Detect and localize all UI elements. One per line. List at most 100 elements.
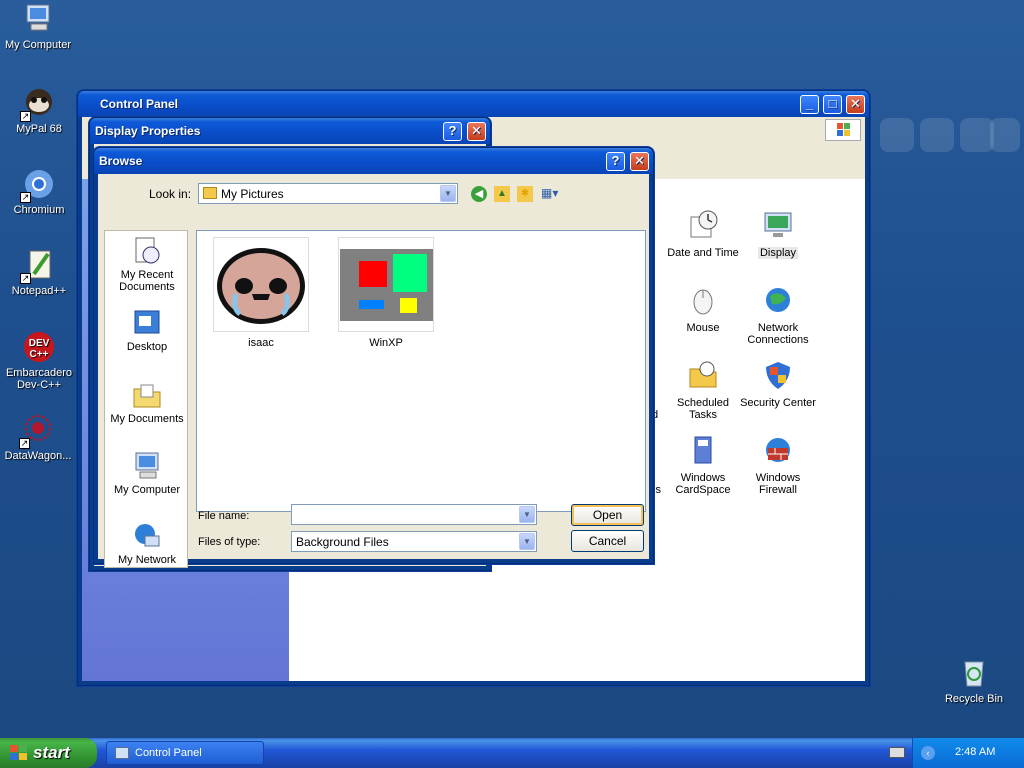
file-name: isaac bbox=[248, 337, 274, 349]
desktop-icon-mypal[interactable]: ↗ MyPal 68 bbox=[0, 86, 79, 135]
new-folder-icon[interactable]: ✱ bbox=[517, 186, 533, 202]
scheduled-tasks-icon bbox=[687, 359, 719, 391]
view-menu-icon[interactable]: ▦▾ bbox=[541, 186, 565, 202]
desktop-icon-label: Recycle Bin bbox=[944, 693, 1004, 705]
file-type-dropdown[interactable]: Background Files ▼ bbox=[291, 531, 537, 552]
desktop-icon-my-computer[interactable]: My Computer bbox=[0, 2, 78, 51]
control-panel-titlebar[interactable]: Control Panel _ □ ✕ bbox=[78, 91, 869, 117]
desktop-icon-label: Chromium bbox=[13, 204, 65, 216]
shortcut-arrow-icon: ↗ bbox=[20, 192, 31, 203]
chevron-down-icon: ▼ bbox=[519, 506, 535, 523]
browse-titlebar[interactable]: Browse ? ✕ bbox=[94, 148, 653, 174]
mypal-icon: ↗ bbox=[20, 86, 56, 122]
desktop-icon-notepadpp[interactable]: ↗ Notepad++ bbox=[0, 248, 79, 297]
file-list: isaac WinXP bbox=[196, 230, 646, 512]
window-title: Display Properties bbox=[95, 124, 201, 138]
cp-item-mouse[interactable]: Mouse bbox=[663, 284, 743, 334]
file-item-isaac[interactable] bbox=[213, 237, 309, 332]
up-folder-icon[interactable]: ▲ bbox=[494, 186, 510, 202]
cancel-button[interactable]: Cancel bbox=[571, 530, 644, 552]
control-panel-icon bbox=[115, 747, 129, 759]
recycle-bin-icon bbox=[957, 656, 991, 690]
svg-text:DEV: DEV bbox=[29, 338, 50, 349]
desktop-icon-label: MyPal 68 bbox=[16, 123, 62, 135]
place-desktop[interactable]: Desktop bbox=[105, 307, 189, 353]
window-title: Control Panel bbox=[100, 97, 179, 111]
file-name: WinXP bbox=[369, 337, 403, 349]
desktop-icon-recycle-bin[interactable]: Recycle Bin bbox=[934, 656, 1014, 705]
datawagon-icon: ↗ bbox=[19, 413, 55, 449]
computer-icon bbox=[131, 450, 163, 482]
network-icon bbox=[131, 520, 163, 552]
cp-item-scheduled-tasks[interactable]: Scheduled Tasks bbox=[663, 359, 743, 421]
minimize-button[interactable]: _ bbox=[800, 95, 819, 114]
look-in-dropdown[interactable]: My Pictures ▼ bbox=[198, 183, 458, 204]
help-button[interactable]: ? bbox=[606, 152, 625, 171]
system-tray: ‹ 2:48 AM bbox=[889, 738, 1024, 768]
file-name-input[interactable]: ▼ bbox=[291, 504, 537, 525]
desktop-icon-datawagon[interactable]: ↗ DataWagon... bbox=[0, 413, 78, 462]
clock[interactable]: 2:48 AM bbox=[955, 746, 995, 758]
desktop-icon-label: Embarcadero Dev-C++ bbox=[5, 367, 73, 391]
file-type-label: Files of type: bbox=[198, 536, 261, 548]
recent-documents-icon bbox=[131, 235, 163, 267]
cp-item-windows-firewall[interactable]: Windows Firewall bbox=[738, 434, 818, 496]
desktop-icon-chromium[interactable]: ↗ Chromium bbox=[0, 167, 79, 216]
desktop-icon-label: DataWagon... bbox=[4, 450, 72, 462]
shortcut-arrow-icon: ↗ bbox=[20, 273, 31, 284]
shortcut-arrow-icon: ↗ bbox=[20, 111, 31, 122]
chevron-down-icon: ▼ bbox=[440, 185, 456, 202]
close-button[interactable]: ✕ bbox=[846, 95, 865, 114]
place-recent-documents[interactable]: My Recent Documents bbox=[105, 235, 189, 293]
display-icon bbox=[762, 209, 794, 241]
isaac-thumbnail bbox=[217, 248, 305, 324]
shield-icon bbox=[762, 359, 794, 391]
window-title: Browse bbox=[99, 154, 143, 168]
computer-icon bbox=[21, 2, 55, 36]
taskbar-item-control-panel[interactable]: Control Panel bbox=[106, 741, 264, 765]
file-name-label: File name: bbox=[198, 510, 250, 522]
desktop-icon bbox=[131, 307, 163, 339]
look-in-label: Look in: bbox=[149, 187, 192, 201]
start-button[interactable]: start bbox=[0, 738, 97, 768]
devcpp-icon: DEV C++ bbox=[22, 330, 56, 364]
cp-item-network-connections[interactable]: Network Connections bbox=[738, 284, 818, 346]
places-bar: My Recent Documents Desktop My Documents… bbox=[104, 230, 188, 568]
close-button[interactable]: ✕ bbox=[467, 122, 486, 141]
keyboard-icon[interactable] bbox=[889, 747, 905, 758]
display-properties-titlebar[interactable]: Display Properties ? ✕ bbox=[90, 118, 490, 144]
place-my-documents[interactable]: My Documents bbox=[105, 379, 189, 425]
cp-item-date-time[interactable]: Date and Time bbox=[663, 209, 743, 259]
help-button[interactable]: ? bbox=[443, 122, 462, 141]
documents-folder-icon bbox=[131, 379, 163, 411]
browse-dialog: Browse ? ✕ Look in: My Pictures ▼ ◀ ▲ ✱ … bbox=[93, 147, 654, 568]
shortcut-arrow-icon: ↗ bbox=[19, 438, 30, 449]
network-globe-icon bbox=[762, 284, 794, 316]
notepadpp-icon: ↗ bbox=[20, 248, 56, 284]
cp-item-security-center[interactable]: Security Center bbox=[738, 359, 818, 409]
close-button[interactable]: ✕ bbox=[630, 152, 649, 171]
taskbar: start Control Panel ‹ 2:48 AM bbox=[0, 738, 1024, 768]
browse-body: Look in: My Pictures ▼ ◀ ▲ ✱ ▦▾ My Recen… bbox=[98, 174, 649, 568]
place-my-computer[interactable]: My Computer bbox=[105, 450, 189, 496]
chevron-left-icon[interactable]: ‹ bbox=[921, 746, 935, 760]
cp-item-display[interactable]: Display bbox=[738, 209, 818, 259]
firewall-icon bbox=[762, 434, 794, 466]
clock-calendar-icon bbox=[687, 209, 719, 241]
file-item-winxp[interactable] bbox=[338, 237, 434, 332]
place-my-network[interactable]: My Network bbox=[105, 520, 189, 566]
desktop-icon-devcpp[interactable]: DEV C++ Embarcadero Dev-C++ bbox=[0, 330, 79, 391]
desktop-icon-label: My Computer bbox=[4, 39, 72, 51]
svg-text:C++: C++ bbox=[30, 349, 49, 360]
winxp-thumbnail bbox=[340, 249, 433, 321]
open-button[interactable]: Open bbox=[571, 504, 644, 526]
cp-item-windows-cardspace[interactable]: Windows CardSpace bbox=[663, 434, 743, 496]
chevron-down-icon: ▼ bbox=[519, 533, 535, 550]
desktop-icon-label: Notepad++ bbox=[11, 285, 67, 297]
maximize-button[interactable]: □ bbox=[823, 95, 842, 114]
windows-flag-icon bbox=[10, 745, 28, 761]
chromium-icon: ↗ bbox=[20, 167, 56, 203]
cardspace-icon bbox=[687, 434, 719, 466]
windows-logo-icon bbox=[825, 119, 861, 141]
back-icon[interactable]: ◀ bbox=[471, 186, 487, 202]
